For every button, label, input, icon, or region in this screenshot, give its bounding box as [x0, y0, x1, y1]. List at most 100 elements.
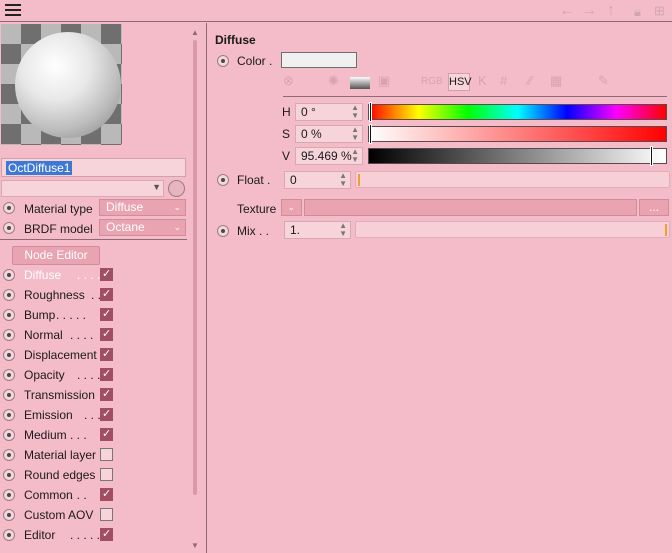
preset-dropdown[interactable]: ▼	[1, 180, 164, 197]
channel-checkbox[interactable]	[100, 287, 113, 301]
channel-checkbox[interactable]	[100, 487, 113, 501]
channel-row-round-edges[interactable]: Round edges	[0, 466, 190, 484]
channel-checkbox[interactable]	[100, 427, 113, 441]
channel-row-roughness[interactable]: Roughness. .	[0, 286, 190, 304]
channel-row-emission[interactable]: Emission . . .	[0, 406, 190, 424]
texture-browse-button[interactable]: ...	[639, 199, 669, 216]
lock-icon[interactable]: 🔒︎	[634, 4, 641, 20]
channel-radio[interactable]	[3, 429, 15, 441]
channel-radio[interactable]	[3, 489, 15, 501]
value-slider[interactable]	[368, 146, 667, 166]
saturation-input[interactable]: 0 % ▲ ▼	[295, 125, 363, 143]
chevron-down-icon: ▼	[152, 182, 161, 192]
float-radio[interactable]	[217, 174, 229, 186]
channel-radio[interactable]	[3, 389, 15, 401]
gradient-icon[interactable]	[350, 77, 370, 89]
channel-radio[interactable]	[3, 469, 15, 481]
color-swatch[interactable]	[281, 52, 357, 68]
mix-radio[interactable]	[217, 225, 229, 237]
channel-checkbox[interactable]	[100, 267, 113, 281]
eyedropper-icon[interactable]: ✎	[598, 73, 609, 89]
channel-checkbox[interactable]	[100, 387, 113, 401]
scroll-up-icon[interactable]: ▲	[191, 28, 199, 37]
slider-handle[interactable]	[369, 102, 372, 122]
channel-radio[interactable]	[3, 349, 15, 361]
channel-row-common[interactable]: Common. . .	[0, 486, 190, 504]
hue-slider[interactable]	[368, 102, 667, 122]
material-type-dropdown[interactable]: Diffuse ⌄	[99, 199, 186, 216]
float-slider[interactable]	[355, 171, 670, 188]
channel-radio[interactable]	[3, 409, 15, 421]
up-arrow-icon[interactable]: ↑	[607, 2, 615, 20]
stepper-icon[interactable]: ▲ ▼	[351, 148, 359, 164]
float-value: 0	[290, 173, 297, 187]
channel-radio[interactable]	[3, 329, 15, 341]
hue-input[interactable]: 0 ° ▲ ▼	[295, 103, 363, 121]
slider-handle[interactable]	[369, 124, 372, 144]
hex-icon[interactable]: #	[500, 73, 507, 88]
brdf-model-radio[interactable]	[3, 222, 15, 234]
mix-slider[interactable]	[355, 221, 670, 238]
hsv-mode-button[interactable]: HSV	[448, 73, 472, 91]
scroll-thumb[interactable]	[193, 40, 197, 495]
image-icon[interactable]: ▣	[378, 73, 390, 89]
mix-input[interactable]: 1. ▲ ▼	[284, 221, 351, 239]
channel-radio[interactable]	[3, 509, 15, 521]
channel-radio[interactable]	[3, 529, 15, 541]
channel-row-normal[interactable]: Normal . . . .	[0, 326, 190, 344]
kelvin-icon[interactable]: K	[478, 73, 487, 88]
stepper-icon[interactable]: ▲ ▼	[351, 104, 359, 120]
channel-row-displacement[interactable]: Displacement	[0, 346, 190, 364]
material-name-field[interactable]: OctDiffuse1	[1, 158, 186, 177]
stepper-icon[interactable]: ▲ ▼	[351, 126, 359, 142]
channel-row-material-layer[interactable]: Material layer	[0, 446, 190, 464]
material-preview[interactable]	[1, 24, 122, 145]
hamburger-menu-icon[interactable]	[5, 4, 21, 18]
channel-row-transmission[interactable]: Transmission	[0, 386, 190, 404]
texture-field[interactable]	[304, 199, 637, 216]
channel-checkbox[interactable]	[100, 347, 113, 361]
channel-checkbox[interactable]	[100, 448, 113, 461]
node-editor-button[interactable]: Node Editor	[12, 246, 100, 265]
channel-checkbox[interactable]	[100, 307, 113, 321]
channel-radio[interactable]	[3, 449, 15, 461]
brdf-model-dropdown[interactable]: Octane ⌄	[99, 219, 186, 236]
material-type-radio[interactable]	[3, 202, 15, 214]
new-window-icon[interactable]: ⊞	[654, 3, 665, 19]
channel-checkbox[interactable]	[100, 407, 113, 421]
value-input[interactable]: 95.469 % ▲ ▼	[295, 147, 363, 165]
channel-row-custom-aov[interactable]: Custom AOV	[0, 506, 190, 524]
stepper-icon[interactable]: ▲ ▼	[339, 172, 347, 188]
forward-arrow-icon[interactable]: →	[581, 2, 597, 20]
float-input[interactable]: 0 ▲ ▼	[284, 171, 351, 189]
mixer-icon[interactable]: ⁄⁄	[528, 73, 532, 88]
channel-radio[interactable]	[3, 309, 15, 321]
channel-label: Medium	[24, 428, 67, 442]
slider-handle[interactable]	[649, 146, 653, 166]
left-scrollbar[interactable]: ▲ ▼	[191, 28, 199, 550]
channel-row-medium[interactable]: Medium. . .	[0, 426, 190, 444]
channel-checkbox[interactable]	[100, 508, 113, 521]
sun-icon[interactable]: ✺	[328, 73, 339, 89]
channel-radio[interactable]	[3, 369, 15, 381]
swatches-icon[interactable]: ▦	[550, 73, 562, 89]
saturation-slider[interactable]	[368, 124, 667, 144]
channel-radio[interactable]	[3, 269, 15, 281]
channel-radio[interactable]	[3, 289, 15, 301]
channel-row-diffuse[interactable]: Diffuse. . . . .	[0, 266, 190, 284]
stepper-icon[interactable]: ▲ ▼	[339, 222, 347, 238]
texture-type-dropdown[interactable]: ⌄	[281, 199, 302, 216]
scroll-down-icon[interactable]: ▼	[191, 541, 199, 550]
channel-checkbox[interactable]	[100, 527, 113, 541]
channel-row-bump[interactable]: Bump. . . . .	[0, 306, 190, 324]
wheel-icon[interactable]: ⊗	[283, 73, 294, 89]
channel-checkbox[interactable]	[100, 327, 113, 341]
channel-row-opacity[interactable]: Opacity . . . .	[0, 366, 190, 384]
rgb-icon[interactable]: RGB	[421, 76, 443, 87]
channel-row-editor[interactable]: Editor . . . . .	[0, 526, 190, 544]
channel-checkbox[interactable]	[100, 468, 113, 481]
channel-checkbox[interactable]	[100, 367, 113, 381]
picker-icon[interactable]	[168, 180, 185, 197]
color-radio[interactable]	[217, 55, 229, 67]
back-arrow-icon[interactable]: ←	[559, 2, 575, 20]
